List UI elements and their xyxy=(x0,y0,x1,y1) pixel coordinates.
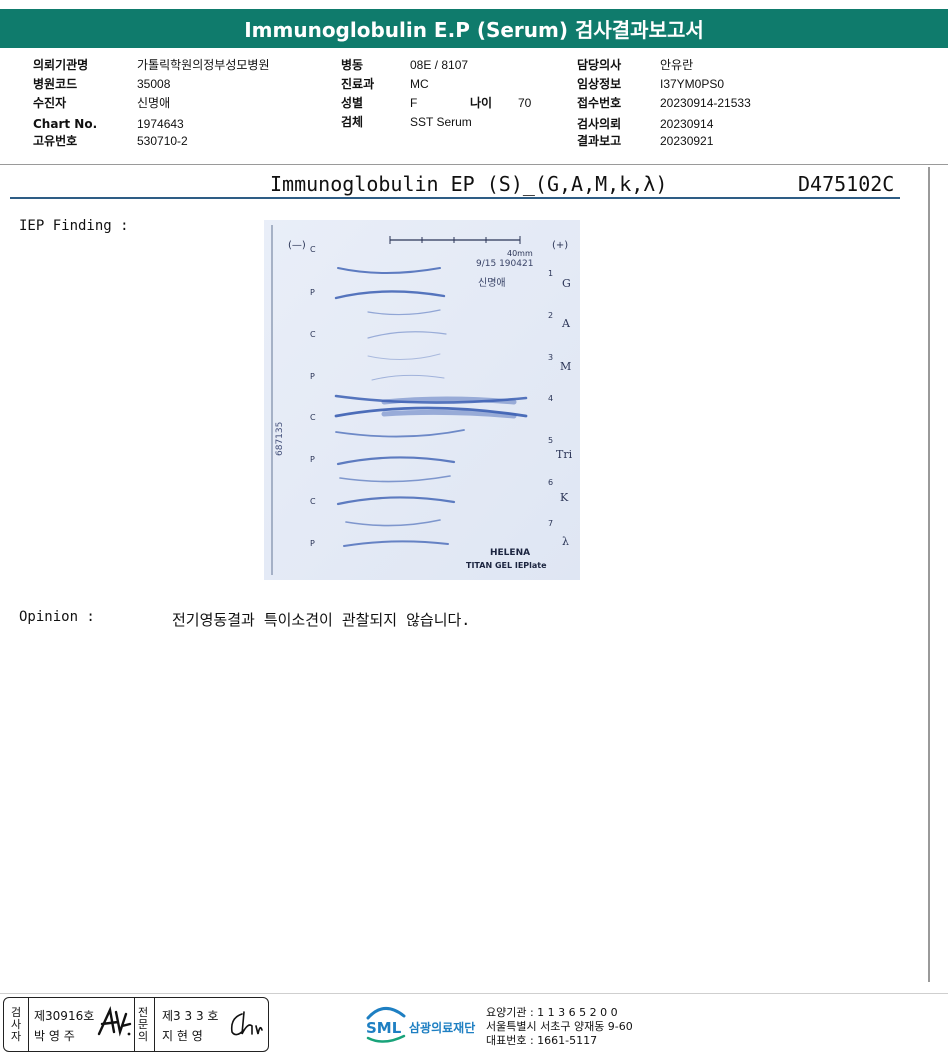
scale-label: 40mm xyxy=(507,249,533,258)
doctor-name: 지 현 영 xyxy=(162,1029,203,1043)
gel-date-code: 9/15 190421 xyxy=(476,259,533,269)
lane-number: 4 xyxy=(548,394,553,403)
org-address: 서울특별시 서초구 양재동 9-60 xyxy=(486,1020,633,1033)
well-label: P xyxy=(310,372,315,381)
hospital-code-value: 35008 xyxy=(137,77,171,91)
chart-no-value: 1974643 xyxy=(137,117,184,131)
lane-number: 7 xyxy=(548,519,553,528)
department-label: 진료과 xyxy=(341,77,375,91)
requesting-institution-value: 가톨릭학원의정부성모병원 xyxy=(137,58,270,72)
iep-gel-image: (—) (+) 40mm 9/15 190421 신명애 687135 C P … xyxy=(264,220,580,580)
gel-product: TITAN GEL IEPlate xyxy=(466,561,547,570)
examiner-label-char: 자 xyxy=(11,1030,22,1043)
requesting-institution-label: 의뢰기관명 xyxy=(33,58,89,72)
lane-number: 2 xyxy=(548,311,553,320)
lane-name: Tri xyxy=(556,448,573,461)
svg-text:SML: SML xyxy=(366,1019,402,1037)
lane-name: M xyxy=(560,360,571,373)
cathode-label: (—) xyxy=(288,240,306,251)
examiner-license-no: 제30916호 xyxy=(34,1009,95,1023)
sex-label: 성별 xyxy=(341,96,364,110)
report-title: Immunoglobulin E.P (Serum) 검사결과보고서 xyxy=(0,9,948,48)
opinion-text: 전기영동결과 특이소견이 관찰되지 않습니다. xyxy=(172,611,471,629)
request-date-label: 검사의뢰 xyxy=(577,117,622,131)
lane-number: 3 xyxy=(548,353,553,362)
signature-box: 검 사 자 제30916호 박 영 주 전 문 의 제3 3 3 호 지 현 영 xyxy=(3,997,269,1052)
unique-id-label: 고유번호 xyxy=(33,134,78,148)
institution-code: 요양기관 : 1 1 3 6 5 2 0 0 xyxy=(486,1006,618,1019)
scan-title-underline xyxy=(10,197,900,199)
examiner-signature xyxy=(97,1006,132,1037)
sml-logo-icon: SML xyxy=(366,1007,406,1043)
ward-label: 병동 xyxy=(341,58,364,72)
receipt-no-label: 접수번호 xyxy=(577,96,622,110)
chart-no-label: Chart No. xyxy=(33,117,98,131)
gel-side-code: 687135 xyxy=(275,422,285,456)
clinical-info-value: I37YM0PS0 xyxy=(660,77,725,91)
well-label: C xyxy=(310,413,316,422)
age-label: 나이 xyxy=(470,96,493,110)
well-label: P xyxy=(310,288,315,297)
examiner-name: 박 영 주 xyxy=(34,1029,75,1043)
org-name: 삼광의료재단 xyxy=(409,1021,476,1035)
patient-name-value: 신명애 xyxy=(137,96,171,110)
lane-name: G xyxy=(562,277,571,290)
well-label: P xyxy=(310,539,315,548)
department-value: MC xyxy=(410,77,429,91)
anode-label: (+) xyxy=(552,240,568,251)
clinical-info-label: 임상정보 xyxy=(577,77,622,91)
lane-name: λ xyxy=(562,535,569,548)
doctor-label-char: 의 xyxy=(138,1030,149,1043)
scan-test-code: D475102C xyxy=(798,172,895,196)
footer-divider xyxy=(0,993,948,994)
request-date-value: 20230914 xyxy=(660,117,714,131)
iep-finding-label: IEP Finding : xyxy=(19,218,129,234)
age-value: 70 xyxy=(518,96,532,110)
lane-name: K xyxy=(560,491,569,504)
well-label: C xyxy=(310,330,316,339)
patient-name-label: 수진자 xyxy=(33,96,67,110)
lane-number: 6 xyxy=(548,478,553,487)
lane-name: A xyxy=(561,317,571,330)
report-date-value: 20230921 xyxy=(660,134,714,148)
well-label: C xyxy=(310,245,316,254)
lane-number: 1 xyxy=(548,269,553,278)
org-phone: 대표번호 : 1661-5117 xyxy=(486,1034,598,1047)
sex-value: F xyxy=(410,96,418,110)
lane-number: 5 xyxy=(548,436,553,445)
report-date-label: 결과보고 xyxy=(577,134,622,148)
gel-patient-name: 신명애 xyxy=(478,277,506,289)
physician-label: 담당의사 xyxy=(577,58,622,72)
well-label: C xyxy=(310,497,316,506)
doctor-signature xyxy=(230,1011,263,1036)
well-label: P xyxy=(310,455,315,464)
gel-brand: HELENA xyxy=(490,548,530,558)
hospital-code-label: 병원코드 xyxy=(33,77,78,91)
page-right-border xyxy=(928,167,930,982)
opinion-label: Opinion : xyxy=(19,609,95,625)
ward-value: 08E / 8107 xyxy=(410,58,469,72)
scan-test-title: Immunoglobulin EP (S)_(G,A,M,k,λ) xyxy=(270,172,668,196)
specimen-label: 검체 xyxy=(341,115,364,129)
physician-value: 안유란 xyxy=(660,58,694,72)
doctor-license-no: 제3 3 3 호 xyxy=(162,1009,219,1023)
specimen-value: SST Serum xyxy=(410,115,472,129)
unique-id-value: 530710-2 xyxy=(137,134,188,148)
receipt-no-value: 20230914-21533 xyxy=(660,96,751,110)
header-divider xyxy=(0,164,948,165)
